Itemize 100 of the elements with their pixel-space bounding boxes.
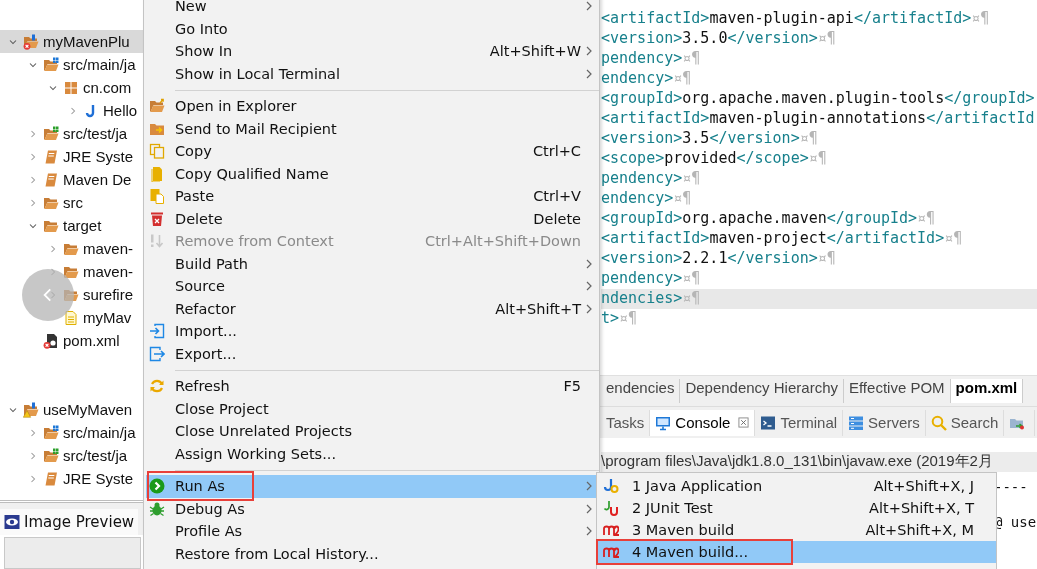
shortcut-label: Alt+Shift+X, M	[865, 522, 974, 538]
menu-item[interactable]: Open in Explorer	[146, 95, 597, 118]
shortcut-label: Alt+Shift+W	[489, 43, 581, 60]
view-tab[interactable]: Servers	[843, 409, 926, 436]
menu-item[interactable]: Build Path	[146, 252, 597, 275]
view-tab[interactable]: Search	[925, 409, 1005, 436]
editor-tab[interactable]: endencies	[601, 379, 681, 403]
source-folder-icon	[43, 56, 59, 73]
menu-item[interactable]: Restore from Local History...	[146, 542, 597, 565]
console-title: \program files\Java\jdk1.8.0_131\bin\javaw.exe (2019年2月	[601, 452, 1037, 472]
eye-icon	[4, 514, 20, 530]
source-folder-icon	[43, 447, 59, 464]
shortcut-label: Delete	[533, 210, 581, 227]
document-icon	[63, 309, 79, 326]
menu-item[interactable]: Profile As	[146, 520, 597, 543]
code-line: <artifactId>maven-project</artifactId>¤¶	[601, 229, 964, 249]
tree-item[interactable]: JRE Syste	[0, 145, 145, 168]
shortcut-label: Alt+Shift+X, T	[869, 500, 974, 516]
view-tab[interactable]: Console	[650, 409, 756, 436]
package-icon	[63, 79, 79, 96]
view-tab[interactable]: Terminal	[755, 409, 844, 436]
source-folder-icon	[43, 424, 59, 441]
tree-item[interactable]: pom.xml	[0, 329, 145, 352]
code-line: <groupId>org.apache.maven.plugin-tools</groupId>	[601, 89, 1036, 109]
tree-item[interactable]: maven-	[0, 237, 145, 260]
trash-icon	[149, 210, 165, 227]
code-line: <groupId>org.apache.maven</groupId>¤¶	[601, 209, 937, 229]
tree-item[interactable]: src	[0, 191, 145, 214]
tree-item[interactable]: src/test/ja	[0, 122, 145, 145]
menu-item[interactable]: Copy Qualified Name	[146, 162, 597, 185]
code-line: endency>¤¶	[601, 69, 693, 89]
tree-item[interactable]: myMavenPlu	[0, 30, 145, 53]
import-icon	[149, 323, 165, 340]
document-icon	[149, 165, 165, 182]
shortcut-label: Ctrl+V	[533, 188, 581, 205]
refresh-icon	[149, 378, 165, 395]
terminal-icon	[760, 414, 777, 431]
source-folder-icon	[43, 125, 59, 142]
menu-item[interactable]: Send to Mail Recipient	[146, 117, 597, 140]
code-line: <version>2.2.1</version>¤¶	[601, 249, 837, 269]
menu-item[interactable]: Source	[146, 275, 597, 298]
menu-item[interactable]: New	[146, 0, 597, 18]
menu-item[interactable]: Show In Alt+Shift+W	[146, 40, 597, 63]
tree-item[interactable]: JRE Syste	[0, 467, 145, 490]
shortcut-label: Ctrl+Alt+Shift+Down	[425, 233, 581, 250]
test-icon	[603, 500, 619, 516]
menu-item[interactable]: Close Project	[146, 397, 597, 420]
menu-item[interactable]: Copy Ctrl+C	[146, 140, 597, 163]
tree-item[interactable]: cn.com	[0, 76, 145, 99]
folder-icon	[149, 98, 165, 115]
export-icon	[149, 345, 165, 362]
code-line: <artifactId>maven-plugin-api</artifactId>¤¶	[601, 9, 991, 29]
book-icon	[43, 148, 59, 165]
menu-item[interactable]: 2 JUnit Test Alt+Shift+X, T	[597, 497, 996, 519]
menu-item[interactable]: Assign Working Sets...	[146, 442, 597, 465]
menu-item[interactable]: 3 Maven build Alt+Shift+X, M	[597, 519, 996, 541]
editor-tab[interactable]: pom.xml	[950, 379, 1024, 403]
menu-item[interactable]: Debug As	[146, 497, 597, 520]
menu-item[interactable]: Export...	[146, 342, 597, 365]
code-line: <scope>provided</scope>¤¶	[601, 149, 828, 169]
copy-icon	[149, 143, 165, 160]
paste-icon	[149, 188, 165, 205]
menu-item[interactable]: 4 Maven build...	[597, 541, 996, 563]
shortcut-label: F5	[563, 378, 581, 395]
server-icon	[848, 414, 865, 431]
menu-item[interactable]: Refactor Alt+Shift+T	[146, 297, 597, 320]
tree-item[interactable]: Maven De	[0, 168, 145, 191]
tree-item[interactable]: Hello	[0, 99, 145, 122]
code-line: pendency>¤¶	[601, 269, 702, 289]
menu-item[interactable]: Import...	[146, 320, 597, 343]
book-icon	[43, 171, 59, 188]
code-line: <version>3.5</version>¤¶	[601, 129, 819, 149]
remove-icon	[149, 233, 165, 250]
editor-tab[interactable]: Effective POM	[843, 379, 951, 403]
tree-item[interactable]: src/main/ja	[0, 421, 145, 444]
shortcut-label: Alt+Shift+X, J	[873, 478, 974, 494]
app-icon	[603, 478, 619, 494]
code-line: pendency>¤¶	[601, 49, 702, 69]
shortcut-label: Ctrl+C	[532, 143, 581, 160]
menu-item[interactable]: Delete Delete	[146, 207, 597, 230]
editor-tab[interactable]: Dependency Hierarchy	[680, 379, 844, 403]
search-icon	[930, 414, 947, 431]
close-icon[interactable]	[738, 417, 750, 428]
menu-item[interactable]: 1 Java Application Alt+Shift+X, J	[597, 475, 996, 497]
menu-item[interactable]: Paste Ctrl+V	[146, 185, 597, 208]
code-line: pendency>¤¶	[601, 169, 702, 189]
tree-item[interactable]: src/test/ja	[0, 444, 145, 467]
run-icon	[149, 478, 165, 495]
menu-item[interactable]: Show in Local Terminal	[146, 62, 597, 85]
tree-item[interactable]: useMyMaven	[0, 398, 145, 421]
tree-item[interactable]: myMav	[0, 306, 145, 329]
code-line: <version>3.5.0</version>¤¶	[601, 29, 837, 49]
menu-item[interactable]: Go Into	[146, 17, 597, 40]
menu-item[interactable]: Close Unrelated Projects	[146, 420, 597, 443]
monitor-icon	[655, 414, 672, 431]
code-line: <artifactId>maven-plugin-annotations</artifactId	[601, 109, 1036, 129]
tree-item[interactable]: target	[0, 214, 145, 237]
tree-item[interactable]: src/main/ja	[0, 53, 145, 76]
view-tab[interactable]: Image Preview	[0, 509, 139, 535]
menu-item[interactable]: Refresh F5	[146, 375, 597, 398]
